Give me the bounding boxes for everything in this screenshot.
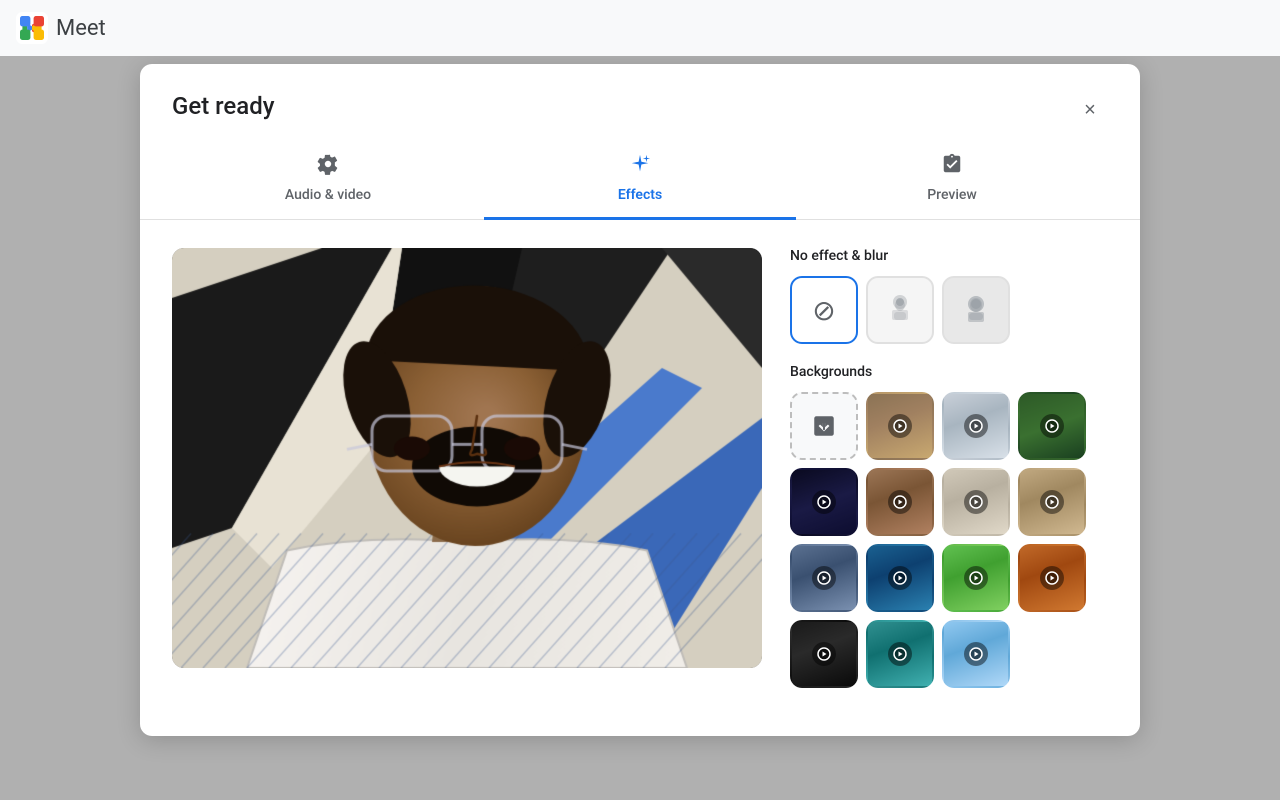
tab-audio-video-label: Audio & video (285, 187, 371, 203)
bg-tile-play-icon (888, 414, 912, 438)
tab-effects-label: Effects (618, 187, 662, 203)
bg-tile-play-icon-9 (888, 566, 912, 590)
close-button[interactable]: × (1072, 92, 1108, 128)
bg-tile-library[interactable] (1018, 468, 1086, 536)
modal-header: Get ready × (140, 64, 1140, 128)
blur-light-tile[interactable] (866, 276, 934, 344)
bg-tile-play-icon-14 (964, 642, 988, 666)
bg-tile-sofa[interactable] (790, 544, 858, 612)
bg-tile-interior[interactable] (942, 468, 1010, 536)
tab-audio-video[interactable]: Audio & video (172, 153, 484, 220)
modal-title: Get ready (172, 92, 275, 120)
bg-tile-room[interactable] (942, 392, 1010, 460)
bg-tile-coral[interactable] (1018, 544, 1086, 612)
bg-tile-coffee[interactable] (866, 468, 934, 536)
tab-effects[interactable]: Effects (484, 153, 796, 220)
blur-heavy-tile[interactable] (942, 276, 1010, 344)
bg-tile-play-icon-8 (812, 566, 836, 590)
bg-tile-ocean[interactable] (866, 544, 934, 612)
bg-tile-play-icon-12 (812, 642, 836, 666)
no-effect-title: No effect & blur (790, 248, 1108, 264)
bg-tile-play-icon-6 (964, 490, 988, 514)
backgrounds-title: Backgrounds (790, 364, 1108, 380)
video-preview (172, 248, 762, 668)
bg-tile-island[interactable] (942, 544, 1010, 612)
app-title: Meet (56, 16, 106, 41)
bg-tile-play-icon-7 (1040, 490, 1064, 514)
meet-logo-icon (16, 12, 48, 44)
tab-preview-label: Preview (927, 187, 977, 203)
blur-heavy-icon (944, 278, 1008, 342)
no-effect-tile[interactable]: ⊘ (790, 276, 858, 344)
blur-light-icon (868, 278, 932, 342)
tabs-container: Audio & video Effects (140, 136, 1140, 220)
bg-tile-outdoor[interactable] (866, 392, 934, 460)
bg-tile-dark[interactable] (790, 620, 858, 688)
app-bar: Meet (0, 0, 1280, 56)
bg-tile-play-icon-2 (964, 414, 988, 438)
get-ready-modal: Get ready × Audio & video (140, 64, 1140, 736)
backgrounds-grid (790, 392, 1108, 688)
tab-preview[interactable]: Preview (796, 153, 1108, 220)
selfie-canvas (172, 248, 762, 668)
blur-grid: ⊘ (790, 276, 1108, 344)
upload-background-tile[interactable] (790, 392, 858, 460)
bg-tile-play-icon-13 (888, 642, 912, 666)
bg-tile-space[interactable] (790, 468, 858, 536)
bg-tile-play-icon-4 (812, 490, 836, 514)
audio-video-icon (317, 153, 339, 181)
bg-tile-play-icon-10 (964, 566, 988, 590)
modal-body: No effect & blur ⊘ (140, 220, 1140, 736)
modal-overlay: Get ready × Audio & video (0, 0, 1280, 800)
no-effect-section: No effect & blur ⊘ (790, 248, 1108, 344)
bg-tile-play-icon-5 (888, 490, 912, 514)
no-effect-icon: ⊘ (812, 294, 835, 327)
bg-tile-teal[interactable] (866, 620, 934, 688)
preview-icon (941, 153, 963, 181)
effects-panel: No effect & blur ⊘ (790, 248, 1108, 708)
bg-tile-play-icon-3 (1040, 414, 1064, 438)
upload-icon (811, 413, 837, 439)
backgrounds-section: Backgrounds (790, 364, 1108, 688)
bg-tile-play-icon-11 (1040, 566, 1064, 590)
bg-tile-sky[interactable] (942, 620, 1010, 688)
effects-icon (629, 153, 651, 181)
bg-tile-tropical[interactable] (1018, 392, 1086, 460)
